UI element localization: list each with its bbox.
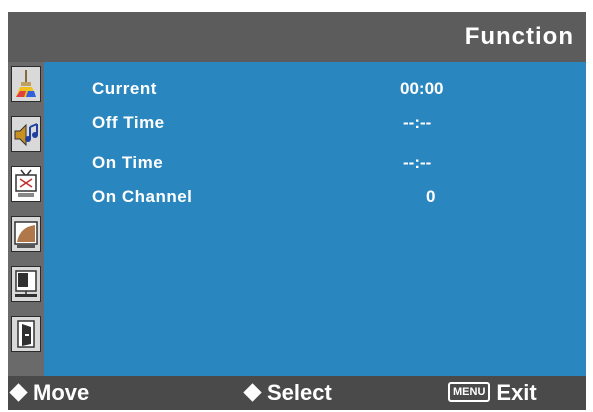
- exit-label: Exit: [496, 380, 537, 405]
- picture-adjust-icon[interactable]: [11, 216, 41, 252]
- on-time-label[interactable]: On Time: [92, 146, 163, 180]
- title-bar: Function: [8, 12, 586, 62]
- current-time-value: 00:00: [400, 79, 444, 98]
- move-hint: Move: [9, 376, 90, 410]
- on-time-value: --:--: [403, 153, 432, 172]
- exit-door-icon[interactable]: [11, 316, 41, 352]
- select-label: Select: [267, 380, 332, 405]
- menu-key-icon: MENU: [448, 382, 491, 403]
- exit-hint: MENU Exit: [448, 376, 537, 410]
- diamond-icon: [9, 382, 28, 402]
- off-time-value: --:--: [403, 113, 432, 132]
- speaker-music-icon[interactable]: [11, 116, 41, 152]
- menu-sidebar: [8, 62, 44, 376]
- on-channel-value: 0: [426, 187, 436, 206]
- menu-title: Function: [464, 23, 574, 50]
- off-time-label[interactable]: Off Time: [92, 106, 165, 140]
- screen-position-icon[interactable]: [11, 266, 41, 302]
- brush-color-icon[interactable]: [11, 66, 41, 102]
- on-channel-label[interactable]: On Channel: [92, 180, 192, 214]
- select-hint: Select: [243, 376, 332, 410]
- move-label: Move: [33, 380, 90, 405]
- diamond-icon: [243, 382, 262, 402]
- function-panel: Current 00:00 Off Time --:-- On Time --:…: [44, 62, 586, 376]
- current-time-label[interactable]: Current: [92, 72, 157, 106]
- osd-menu: Function Current 00:00 Off Time --:-- On…: [8, 12, 586, 410]
- tv-clock-icon[interactable]: [11, 166, 41, 202]
- footer-hints: Move Select MENU Exit: [8, 376, 586, 410]
